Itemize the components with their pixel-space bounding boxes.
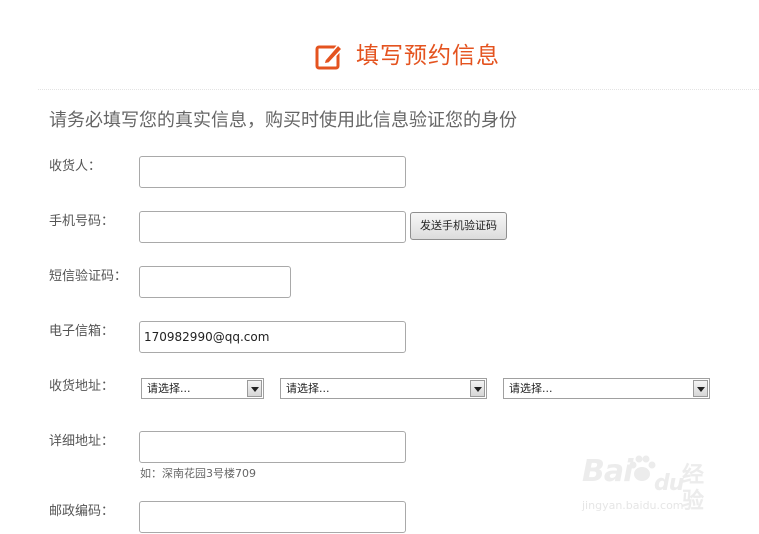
receiver-input[interactable] bbox=[139, 156, 406, 188]
email-label: 电子信箱： bbox=[49, 324, 115, 339]
detail-address-hint: 如：深南花园3号楼709 bbox=[140, 467, 256, 480]
watermark-url: jingyan.baidu.com bbox=[582, 499, 684, 512]
form-instructions: 请务必填写您的真实信息，购买时使用此信息验证您的身份 bbox=[49, 110, 517, 131]
district-select-value: 请选择... bbox=[509, 382, 553, 395]
chevron-down-icon[interactable] bbox=[693, 380, 708, 397]
send-sms-code-button[interactable]: 发送手机验证码 bbox=[410, 212, 507, 240]
detail-address-label: 详细地址： bbox=[49, 434, 115, 449]
city-select[interactable]: 请选择... bbox=[280, 378, 487, 399]
sms-code-input[interactable] bbox=[139, 266, 291, 298]
chevron-down-icon[interactable] bbox=[247, 380, 262, 397]
address-label: 收货地址： bbox=[49, 379, 115, 394]
chevron-down-icon[interactable] bbox=[470, 380, 485, 397]
page-header: 填写预约信息 bbox=[0, 38, 759, 78]
detail-address-input[interactable] bbox=[139, 431, 406, 463]
receiver-label: 收货人： bbox=[49, 159, 102, 174]
watermark-brand-left: Bai bbox=[582, 454, 633, 489]
province-select[interactable]: 请选择... bbox=[141, 378, 264, 399]
baidu-jingyan-watermark: Bai du 经验 jingyan.baidu.com bbox=[582, 455, 722, 515]
postcode-label: 邮政编码： bbox=[49, 504, 115, 519]
email-input[interactable] bbox=[139, 321, 406, 353]
page-title: 填写预约信息 bbox=[356, 43, 500, 69]
district-select[interactable]: 请选择... bbox=[503, 378, 710, 399]
sms-code-label: 短信验证码： bbox=[49, 269, 128, 284]
header-divider bbox=[38, 89, 759, 90]
city-select-value: 请选择... bbox=[286, 382, 330, 395]
watermark-brand-cn: 经验 bbox=[682, 463, 705, 514]
watermark-brand-right: du bbox=[654, 471, 684, 496]
postcode-input[interactable] bbox=[139, 501, 406, 533]
phone-label: 手机号码： bbox=[49, 214, 115, 229]
phone-input[interactable] bbox=[139, 211, 406, 243]
edit-icon bbox=[315, 43, 344, 70]
province-select-value: 请选择... bbox=[147, 382, 191, 395]
